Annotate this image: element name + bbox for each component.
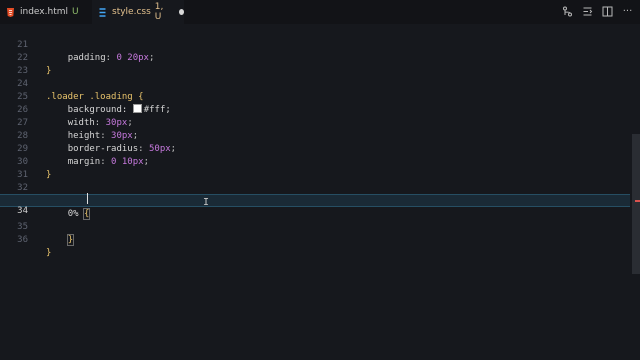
text-cursor [87, 193, 88, 204]
editor-actions: ··· [561, 5, 634, 18]
more-actions-icon[interactable]: ··· [621, 5, 634, 18]
tab-index-html[interactable]: index.html U [0, 0, 92, 24]
code-line: 28 border-radius: 50px; [0, 117, 630, 154]
code-line: 32 @keyframes load { [0, 169, 630, 206]
open-changes-icon[interactable] [581, 5, 594, 18]
mouse-ibeam-icon: I [203, 197, 210, 208]
code-line: 22 } [0, 39, 630, 76]
line-text: } [46, 248, 52, 258]
line-text: } [66, 234, 75, 246]
code-line: 27 height: 30px; [0, 104, 630, 141]
code-line: 31 [0, 156, 630, 180]
code-line: 36 } [0, 221, 630, 258]
css-file-icon [98, 7, 107, 17]
code-line: 23 [0, 52, 630, 76]
line-number: 36 [17, 235, 28, 245]
scrollbar-error-marker [635, 200, 640, 202]
tab-style-css[interactable]: style.css 1, U [92, 0, 184, 24]
tab-git-status: U [71, 7, 79, 17]
code-line: 30 } [0, 143, 630, 180]
code-editor[interactable]: 21 padding: 0 20px; 22 } 23 24 .loader .… [0, 24, 640, 360]
code-line: 24 .loader .loading { [0, 65, 630, 102]
code-line: 26 width: 30px; [0, 91, 630, 128]
current-line: 34 [0, 194, 630, 216]
split-editor-icon[interactable] [601, 5, 614, 18]
tab-problem-status: 1, U [154, 2, 164, 22]
unsaved-dot-icon[interactable] [178, 9, 184, 15]
vertical-scrollbar[interactable] [632, 134, 640, 274]
tab-filename: index.html [20, 7, 68, 17]
tab-filename: style.css [112, 7, 151, 17]
editor-tab-bar: index.html U style.css 1, U [0, 0, 640, 24]
code-line: 35 } [0, 208, 630, 246]
source-control-icon[interactable] [561, 5, 574, 18]
html-file-icon [6, 7, 15, 17]
code-line: 21 padding: 0 20px; [0, 26, 630, 63]
code-line: 25 background: #fff; [0, 78, 630, 115]
code-line: 29 margin: 0 10px; [0, 130, 630, 167]
